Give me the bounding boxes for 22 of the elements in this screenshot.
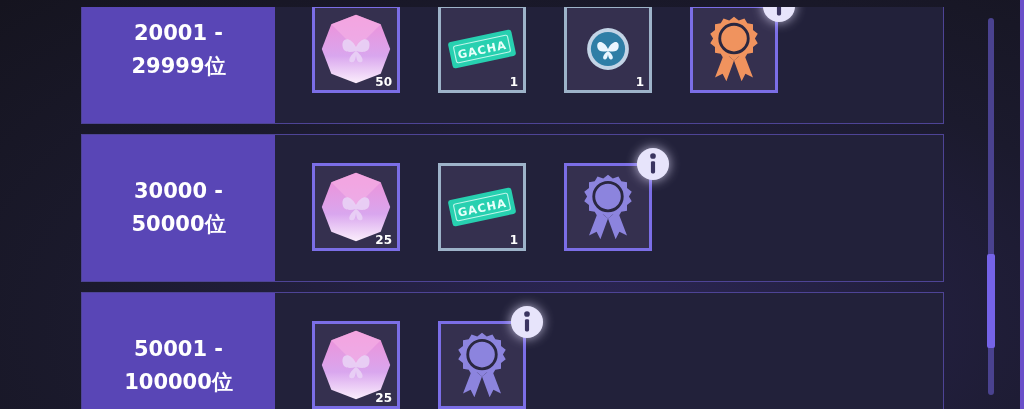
item-count: 1 [635, 75, 644, 89]
info-icon[interactable] [636, 147, 670, 181]
item-count: 50 [375, 75, 392, 89]
scrollbar-track[interactable] [988, 18, 994, 395]
reward-item[interactable]: GACHA 1 [438, 163, 526, 251]
reward-item[interactable]: 25 [312, 163, 400, 251]
item-count: 1 [509, 233, 518, 247]
item-count: 25 [375, 391, 392, 405]
item-count: 25 [375, 233, 392, 247]
item-count: 1 [509, 75, 518, 89]
rank-range: 30000 - 50000位 [130, 178, 227, 238]
scrollbar-thumb[interactable] [987, 254, 995, 348]
reward-item[interactable]: 1 [564, 7, 652, 93]
reward-item[interactable] [690, 7, 778, 93]
rank-range: 20001 - 29999位 [130, 20, 227, 80]
reward-item[interactable] [564, 163, 652, 251]
reward-item[interactable]: GACHA 1 [438, 7, 526, 93]
reward-item[interactable]: 25 [312, 321, 400, 409]
reward-item[interactable] [438, 321, 526, 409]
reward-item[interactable]: 50 [312, 7, 400, 93]
rank-range: 50001 - 100000位 [123, 336, 234, 396]
info-icon[interactable] [510, 305, 544, 339]
